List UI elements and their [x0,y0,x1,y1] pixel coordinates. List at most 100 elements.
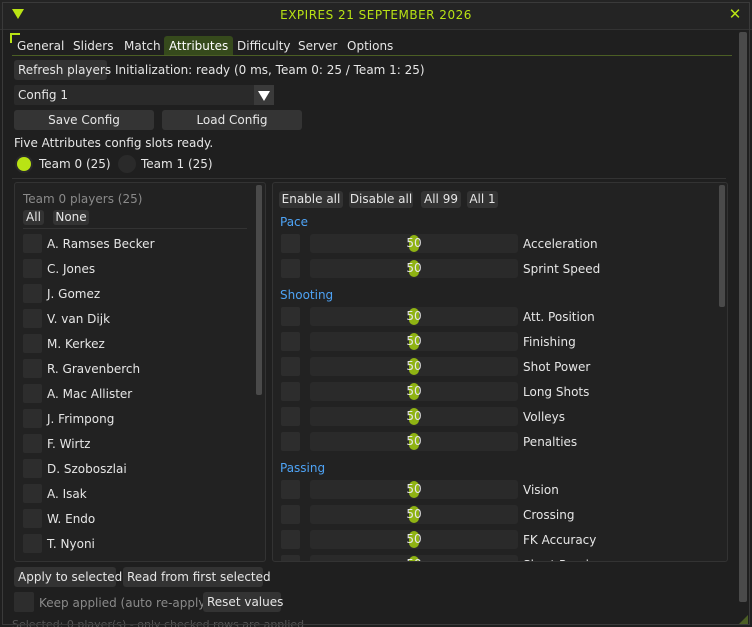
section-divider [12,178,726,179]
attribute-slider[interactable]: 50 [310,505,518,524]
attribute-slider[interactable]: 50 [310,407,518,426]
config-select[interactable]: Config 1 [14,85,274,105]
team0-label[interactable]: Team 0 (25) [39,157,111,171]
title-bar[interactable]: EXPIRES 21 SEPTEMBER 2026 ✕ [0,0,752,30]
player-row[interactable]: F. Wirtz [21,433,249,454]
player-checkbox[interactable] [23,459,42,478]
player-checkbox[interactable] [23,484,42,503]
disable-all-button[interactable]: Disable all [349,191,413,208]
keep-applied-label: Keep applied (auto re-apply) [39,596,211,610]
attributes-scroll-thumb[interactable] [719,185,725,307]
config-select-arrow[interactable] [254,85,274,105]
attribute-enable-checkbox[interactable] [281,407,300,426]
player-checkbox[interactable] [23,509,42,528]
enable-all-button[interactable]: Enable all [279,191,343,208]
players-header: Team 0 players (25) [23,192,143,206]
attribute-enable-checkbox[interactable] [281,332,300,351]
attribute-slider[interactable]: 50 [310,332,518,351]
attribute-enable-checkbox[interactable] [281,505,300,524]
refresh-players-button[interactable]: Refresh players [14,60,111,80]
save-config-button[interactable]: Save Config [14,110,154,130]
tab-attributes[interactable]: Attributes [164,36,234,56]
team1-radio[interactable] [118,155,136,173]
attribute-slider[interactable]: 50 [310,234,518,253]
attribute-label: Volleys [523,410,566,424]
select-all-players-button[interactable]: All [23,210,44,225]
player-row[interactable]: R. Gravenberch [21,358,249,379]
player-row[interactable]: J. Frimpong [21,408,249,429]
team1-label[interactable]: Team 1 (25) [141,157,213,171]
keep-applied-checkbox[interactable] [14,592,34,612]
attribute-slider[interactable]: 50 [310,480,518,499]
player-row[interactable]: A. Mac Allister [21,383,249,404]
player-row[interactable]: A. Isak [21,483,249,504]
player-row[interactable]: D. Szoboszlai [21,458,249,479]
slider-value: 50 [406,482,422,496]
slider-value: 50 [406,236,422,250]
attributes-scrollbar[interactable] [718,183,726,561]
player-checkbox[interactable] [23,409,42,428]
player-checkbox[interactable] [23,384,42,403]
player-name: D. Szoboszlai [47,462,127,476]
player-checkbox[interactable] [23,334,42,353]
player-name: M. Kerkez [47,337,105,351]
attribute-enable-checkbox[interactable] [281,432,300,451]
tab-general[interactable]: General [12,36,69,56]
attribute-enable-checkbox[interactable] [281,480,300,499]
player-checkbox[interactable] [23,259,42,278]
player-checkbox[interactable] [23,234,42,253]
player-name: A. Ramses Becker [47,237,155,251]
attribute-enable-checkbox[interactable] [281,307,300,326]
reset-values-button[interactable]: Reset values [203,592,283,612]
attribute-label: Short Passing [523,558,604,561]
player-checkbox[interactable] [23,434,42,453]
attribute-label: Shot Power [523,360,591,374]
player-row[interactable]: V. van Dijk [21,308,249,329]
attribute-enable-checkbox[interactable] [281,357,300,376]
tab-match[interactable]: Match [119,36,166,56]
tab-sliders[interactable]: Sliders [68,36,118,56]
players-scrollbar[interactable] [255,183,263,561]
attribute-enable-checkbox[interactable] [281,234,300,253]
resize-grip-icon[interactable] [738,615,748,625]
attribute-slider[interactable]: 50 [310,555,518,561]
team0-radio[interactable] [15,155,33,173]
tab-options[interactable]: Options [342,36,398,56]
player-row[interactable]: T. Nyoni [21,533,249,554]
player-checkbox[interactable] [23,359,42,378]
player-row[interactable]: M. Kerkez [21,333,249,354]
attribute-slider[interactable]: 50 [310,307,518,326]
attribute-row: 50 Shot Power [273,356,713,377]
window-scroll-thumb[interactable] [739,32,747,602]
player-checkbox[interactable] [23,309,42,328]
load-config-button[interactable]: Load Config [162,110,302,130]
attribute-slider[interactable]: 50 [310,530,518,549]
read-from-first-selected-button[interactable]: Read from first selected [123,567,271,587]
player-row[interactable]: W. Endo [21,508,249,529]
all-99-button[interactable]: All 99 [421,191,461,208]
attribute-enable-checkbox[interactable] [281,530,300,549]
attribute-slider[interactable]: 50 [310,432,518,451]
tab-difficulty[interactable]: Difficulty [232,36,296,56]
window-scrollbar[interactable] [738,30,748,615]
attribute-enable-checkbox[interactable] [281,259,300,278]
attribute-slider[interactable]: 50 [310,382,518,401]
player-name: F. Wirtz [47,437,91,451]
select-none-players-button[interactable]: None [53,210,89,225]
player-checkbox[interactable] [23,534,42,553]
all-1-button[interactable]: All 1 [467,191,498,208]
config-select-value: Config 1 [18,88,68,102]
attribute-enable-checkbox[interactable] [281,382,300,401]
player-checkbox[interactable] [23,284,42,303]
player-row[interactable]: C. Jones [21,258,249,279]
attribute-slider[interactable]: 50 [310,357,518,376]
player-row[interactable]: J. Gomez [21,283,249,304]
attribute-row: 50 Long Shots [273,381,713,402]
attribute-slider[interactable]: 50 [310,259,518,278]
tab-server[interactable]: Server [293,36,342,56]
player-row[interactable]: A. Ramses Becker [21,233,249,254]
attribute-enable-checkbox[interactable] [281,555,300,561]
apply-to-selected-button[interactable]: Apply to selected [14,567,122,587]
players-scroll-thumb[interactable] [256,185,262,395]
close-icon[interactable]: ✕ [727,6,743,22]
